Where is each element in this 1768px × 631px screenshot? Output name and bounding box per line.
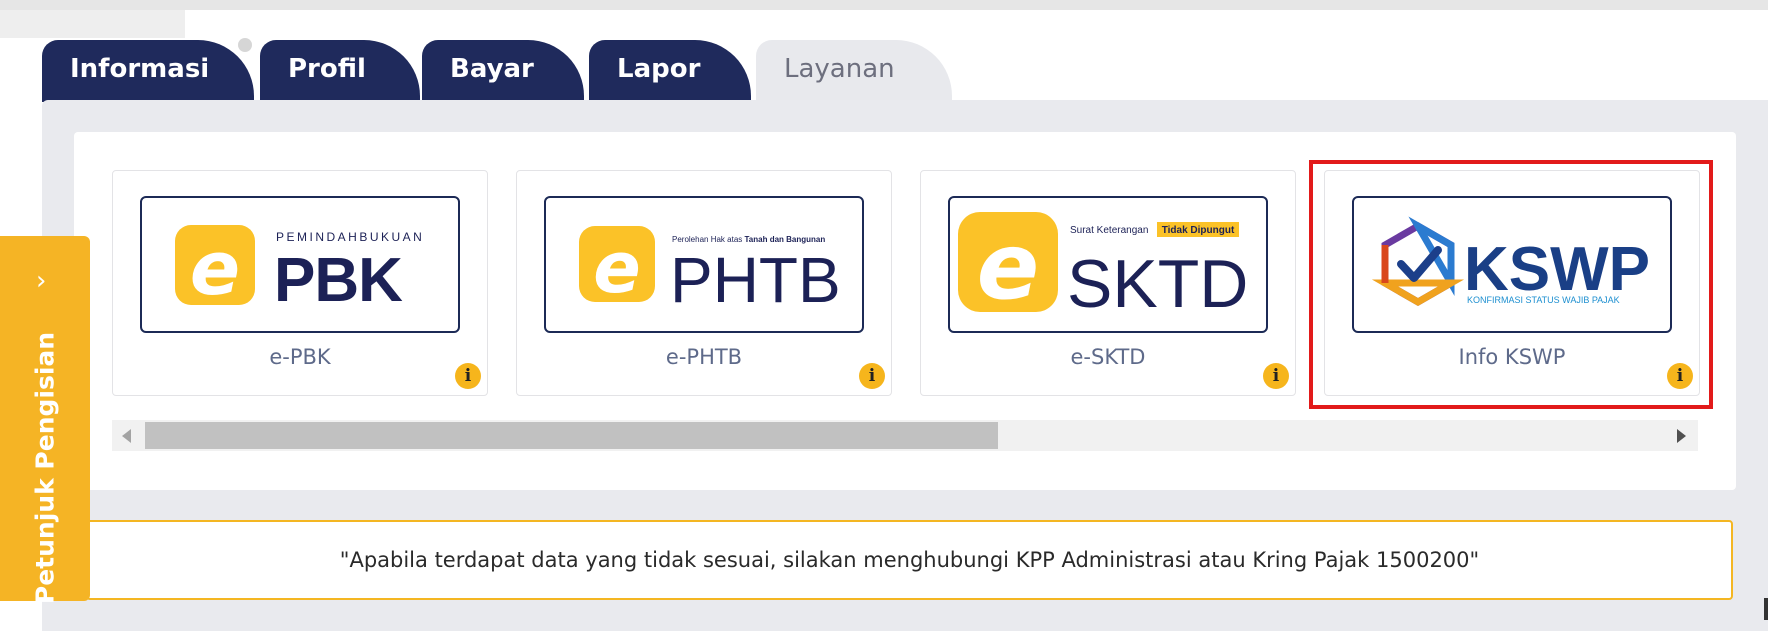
- card-label: Info KSWP: [1458, 345, 1566, 369]
- top-strip: [0, 0, 1768, 10]
- svg-text:KONFIRMASI STATUS WAJIB PAJAK: KONFIRMASI STATUS WAJIB PAJAK: [1467, 295, 1620, 305]
- tab-lapor[interactable]: Lapor: [589, 40, 751, 102]
- svg-text:e: e: [977, 213, 1039, 320]
- info-icon[interactable]: i: [455, 363, 481, 389]
- chevron-right-icon: ›: [36, 266, 47, 296]
- svg-text:e: e: [190, 226, 240, 312]
- scroll-left-icon[interactable]: [122, 429, 131, 443]
- service-card-ephtb[interactable]: e Perolehan Hak atas Tanah dan Bangunan …: [516, 170, 892, 396]
- tab-bayar[interactable]: Bayar: [422, 40, 584, 102]
- notice-box: "Apabila terdapat data yang tidak sesuai…: [86, 520, 1733, 600]
- notice-text: "Apabila terdapat data yang tidak sesuai…: [339, 548, 1480, 572]
- info-icon[interactable]: i: [1667, 363, 1693, 389]
- svg-text:e: e: [593, 227, 640, 309]
- svg-text:Perolehan Hak atas Tanah dan B: Perolehan Hak atas Tanah dan Bangunan: [672, 235, 825, 244]
- top-left-strip: [0, 10, 185, 38]
- svg-text:Tidak Dipungut: Tidak Dipungut: [1162, 225, 1235, 236]
- service-card-info-kswp[interactable]: KSWP KONFIRMASI STATUS WAJIB PAJAK Info …: [1324, 170, 1700, 396]
- edge-mark: [1764, 598, 1768, 620]
- tab-informasi[interactable]: Informasi: [42, 40, 254, 102]
- info-icon[interactable]: i: [859, 363, 885, 389]
- svg-text:KSWP: KSWP: [1464, 235, 1650, 304]
- svg-text:PEMINDAHBUKUAN: PEMINDAHBUKUAN: [276, 230, 424, 244]
- tab-label: Bayar: [450, 54, 534, 84]
- tab-label: Lapor: [617, 54, 701, 84]
- tab-layanan[interactable]: Layanan: [756, 40, 952, 102]
- scroll-right-icon[interactable]: [1677, 429, 1686, 443]
- side-tab-label: Petunjuk Pengisian: [30, 331, 60, 605]
- tab-label: Layanan: [784, 54, 895, 84]
- tab-profil[interactable]: Profil: [260, 40, 420, 102]
- tab-label: Informasi: [70, 54, 210, 84]
- card-label: e-PBK: [269, 345, 331, 369]
- ephtb-logo: e Perolehan Hak atas Tanah dan Bangunan …: [544, 196, 864, 333]
- esktd-logo: e Surat Keterangan Tidak Dipungut SKTD: [948, 196, 1268, 333]
- svg-text:PBK: PBK: [274, 246, 403, 315]
- svg-text:PHTB: PHTB: [670, 244, 841, 316]
- epbk-logo: e PEMINDAHBUKUAN PBK: [140, 196, 460, 333]
- tab-dot: [238, 38, 252, 52]
- card-label: e-SKTD: [1070, 345, 1146, 369]
- service-card-epbk[interactable]: e PEMINDAHBUKUAN PBK e-PBK i: [112, 170, 488, 396]
- info-icon[interactable]: i: [1263, 363, 1289, 389]
- card-label: e-PHTB: [665, 345, 743, 369]
- horizontal-scrollbar[interactable]: [112, 420, 1698, 451]
- svg-text:Surat Keterangan: Surat Keterangan: [1070, 225, 1148, 236]
- service-card-esktd[interactable]: e Surat Keterangan Tidak Dipungut SKTD e…: [920, 170, 1296, 396]
- kswp-logo: KSWP KONFIRMASI STATUS WAJIB PAJAK: [1352, 196, 1672, 333]
- tab-label: Profil: [288, 54, 366, 84]
- scrollbar-thumb[interactable]: [145, 422, 998, 449]
- petunjuk-pengisian-tab[interactable]: › Petunjuk Pengisian: [0, 236, 90, 605]
- svg-text:SKTD: SKTD: [1067, 246, 1248, 322]
